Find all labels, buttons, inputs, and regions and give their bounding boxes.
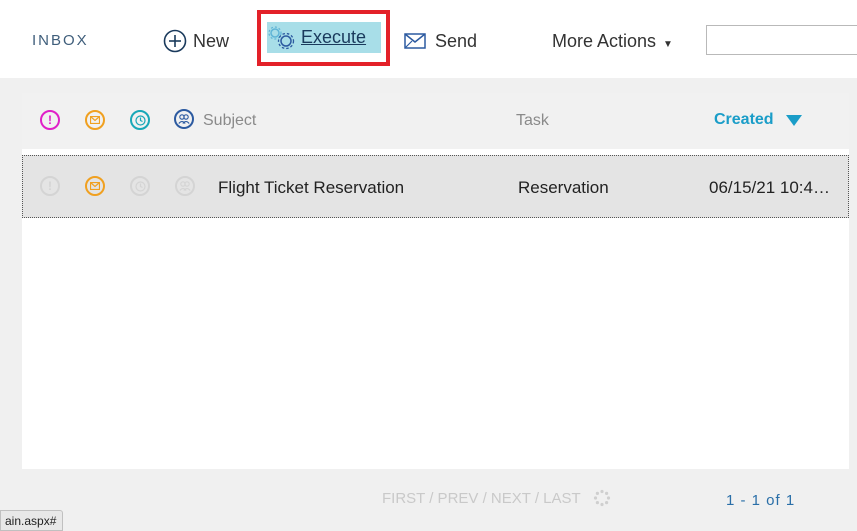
gears-icon <box>268 25 295 49</box>
sort-descending-icon <box>785 114 802 126</box>
pager-links-label: FIRST / PREV / NEXT / LAST <box>382 489 581 507</box>
table-row[interactable]: ! Flight Ticket Reservation Reservation … <box>22 155 849 218</box>
pager-links[interactable]: FIRST / PREV / NEXT / LAST <box>382 489 611 507</box>
row-group-glyph-icon <box>179 181 191 191</box>
grid-header: ! Subject Task Created <box>22 93 849 149</box>
new-button[interactable]: New <box>163 24 229 58</box>
priority-icon[interactable]: ! <box>40 110 60 130</box>
row-unread-envelope-icon <box>85 176 105 196</box>
clock-glyph-icon <box>134 114 146 126</box>
row-clock-glyph-icon <box>134 180 146 192</box>
row-envelope-glyph-icon <box>90 182 100 190</box>
task-column-header[interactable]: Task <box>516 112 549 130</box>
plus-circle-icon <box>163 29 187 53</box>
send-envelope-icon <box>404 33 426 49</box>
envelope-icon[interactable] <box>85 110 105 130</box>
row-clock-icon <box>130 176 150 196</box>
new-button-label: New <box>193 30 230 51</box>
created-column-label: Created <box>714 111 774 128</box>
more-actions-dropdown[interactable]: More Actions ▼ <box>552 24 673 58</box>
status-bar-url: ain.aspx# <box>0 510 64 531</box>
envelope-glyph-icon <box>90 116 100 124</box>
send-button-label: Send <box>435 30 478 51</box>
search-input[interactable] <box>706 25 857 55</box>
subject-column-header[interactable]: Subject <box>203 112 256 130</box>
row-group-icon <box>175 176 195 196</box>
group-icon[interactable] <box>174 109 194 129</box>
row-subject: Flight Ticket Reservation <box>218 178 405 197</box>
loading-spinner-icon <box>593 489 610 507</box>
pager: FIRST / PREV / NEXT / LAST 1 - 1 of 1 <box>0 469 857 531</box>
group-glyph-icon <box>178 114 190 124</box>
execute-button-label: Execute <box>301 27 367 47</box>
execute-button-highlight: Execute <box>267 22 381 53</box>
page-count: 1 - 1 of 1 <box>726 492 796 509</box>
toolbar: INBOX New Execute Send More Actions ▼ <box>0 0 857 78</box>
caret-down-icon: ▼ <box>663 38 673 50</box>
row-priority-icon: ! <box>40 176 60 196</box>
created-column-header[interactable]: Created <box>714 111 802 129</box>
row-created: 06/15/21 10:4… <box>709 178 830 197</box>
clock-icon[interactable] <box>130 110 150 130</box>
send-button[interactable]: Send <box>403 24 477 58</box>
execute-button[interactable]: Execute <box>257 10 390 66</box>
inbox-title: INBOX <box>32 32 89 49</box>
more-actions-label: More Actions <box>552 30 657 51</box>
row-task: Reservation <box>518 178 609 197</box>
inbox-grid: ! Subject Task Created ! Flight Ticket R… <box>22 93 849 469</box>
